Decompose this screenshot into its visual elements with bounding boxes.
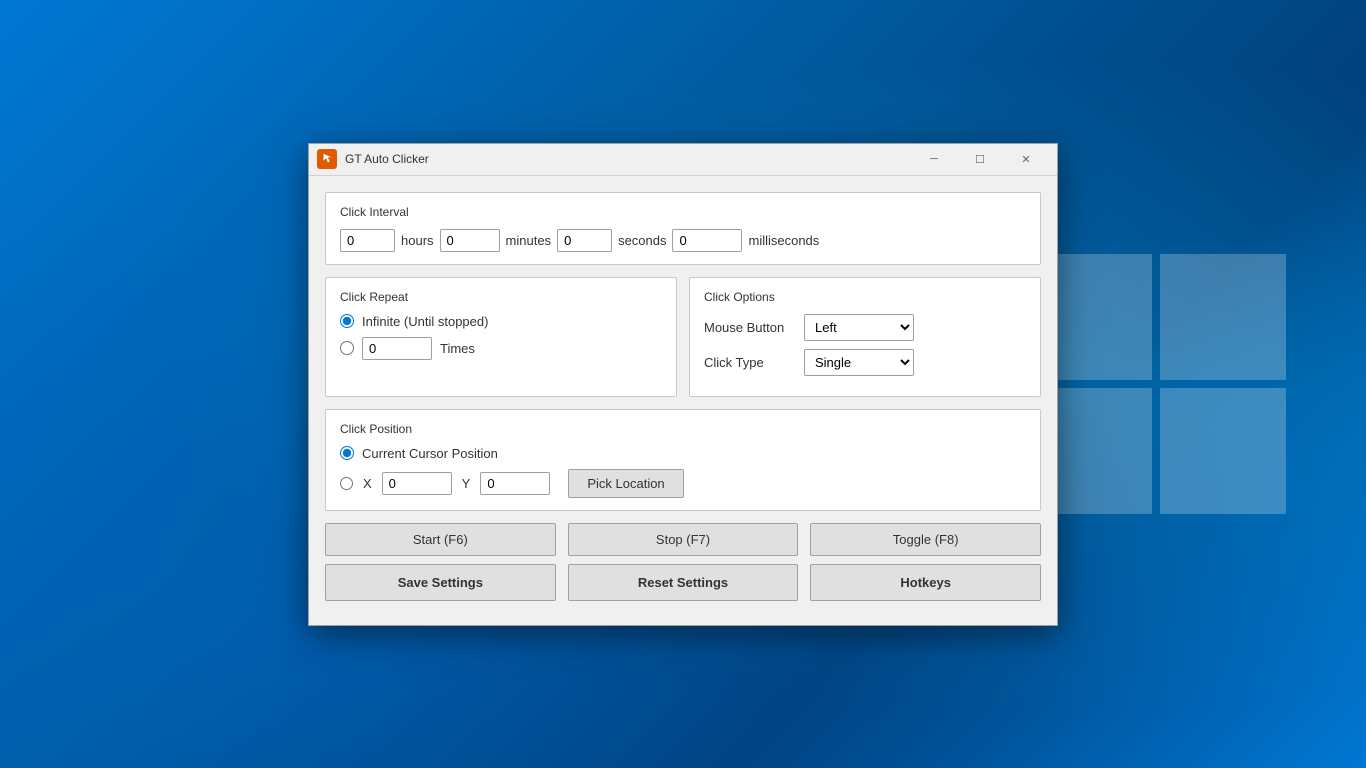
- start-button[interactable]: Start (F6): [325, 523, 556, 556]
- cursor-position-label[interactable]: Current Cursor Position: [362, 446, 498, 461]
- click-position-label: Click Position: [340, 422, 1026, 436]
- minutes-input[interactable]: [440, 229, 500, 252]
- interval-row: hours minutes seconds milliseconds: [340, 229, 1026, 252]
- click-options-label: Click Options: [704, 290, 1026, 304]
- app-content: Click Interval hours minutes seconds mil…: [309, 176, 1057, 625]
- y-label: Y: [462, 476, 471, 491]
- cursor-position-radio-row: Current Cursor Position: [340, 446, 1026, 461]
- window-title: GT Auto Clicker: [345, 152, 911, 166]
- infinite-radio-row: Infinite (Until stopped): [340, 314, 662, 329]
- app-icon: [317, 149, 337, 169]
- hours-input[interactable]: [340, 229, 395, 252]
- mouse-button-select[interactable]: Left Right Middle: [804, 314, 914, 341]
- click-type-row: Click Type Single Double: [704, 349, 1026, 376]
- infinite-label[interactable]: Infinite (Until stopped): [362, 314, 488, 329]
- reset-settings-button[interactable]: Reset Settings: [568, 564, 799, 601]
- save-settings-button[interactable]: Save Settings: [325, 564, 556, 601]
- click-position-section: Click Position Current Cursor Position X…: [325, 409, 1041, 511]
- minimize-button[interactable]: ─: [911, 143, 957, 175]
- minutes-unit: minutes: [506, 233, 552, 248]
- times-radio-row: Times: [340, 337, 662, 360]
- app-window: GT Auto Clicker ─ ☐ ✕ Click Interval hou…: [308, 143, 1058, 626]
- x-input[interactable]: [382, 472, 452, 495]
- mouse-button-label: Mouse Button: [704, 320, 794, 335]
- pick-location-button[interactable]: Pick Location: [568, 469, 683, 498]
- stop-button[interactable]: Stop (F7): [568, 523, 799, 556]
- click-options-section: Click Options Mouse Button Left Right Mi…: [689, 277, 1041, 397]
- action-buttons-row1: Start (F6) Stop (F7) Toggle (F8): [325, 523, 1041, 556]
- middle-row: Click Repeat Infinite (Until stopped) Ti…: [325, 277, 1041, 397]
- click-repeat-label: Click Repeat: [340, 290, 662, 304]
- click-type-select[interactable]: Single Double: [804, 349, 914, 376]
- x-label: X: [363, 476, 372, 491]
- times-input[interactable]: [362, 337, 432, 360]
- click-repeat-section: Click Repeat Infinite (Until stopped) Ti…: [325, 277, 677, 397]
- xy-position-row: X Y Pick Location: [340, 469, 1026, 498]
- y-input[interactable]: [480, 472, 550, 495]
- hotkeys-button[interactable]: Hotkeys: [810, 564, 1041, 601]
- hours-unit: hours: [401, 233, 434, 248]
- action-buttons-row2: Save Settings Reset Settings Hotkeys: [325, 564, 1041, 601]
- close-button[interactable]: ✕: [1003, 143, 1049, 175]
- xy-position-radio[interactable]: [340, 477, 353, 490]
- times-radio[interactable]: [340, 341, 354, 355]
- milliseconds-input[interactable]: [672, 229, 742, 252]
- times-label[interactable]: Times: [440, 341, 475, 356]
- window-controls: ─ ☐ ✕: [911, 143, 1049, 175]
- mouse-button-row: Mouse Button Left Right Middle: [704, 314, 1026, 341]
- restore-button[interactable]: ☐: [957, 143, 1003, 175]
- seconds-input[interactable]: [557, 229, 612, 252]
- cursor-position-radio[interactable]: [340, 446, 354, 460]
- milliseconds-unit: milliseconds: [748, 233, 819, 248]
- toggle-button[interactable]: Toggle (F8): [810, 523, 1041, 556]
- click-interval-section: Click Interval hours minutes seconds mil…: [325, 192, 1041, 265]
- title-bar: GT Auto Clicker ─ ☐ ✕: [309, 144, 1057, 176]
- click-type-label: Click Type: [704, 355, 794, 370]
- infinite-radio[interactable]: [340, 314, 354, 328]
- seconds-unit: seconds: [618, 233, 666, 248]
- click-interval-label: Click Interval: [340, 205, 1026, 219]
